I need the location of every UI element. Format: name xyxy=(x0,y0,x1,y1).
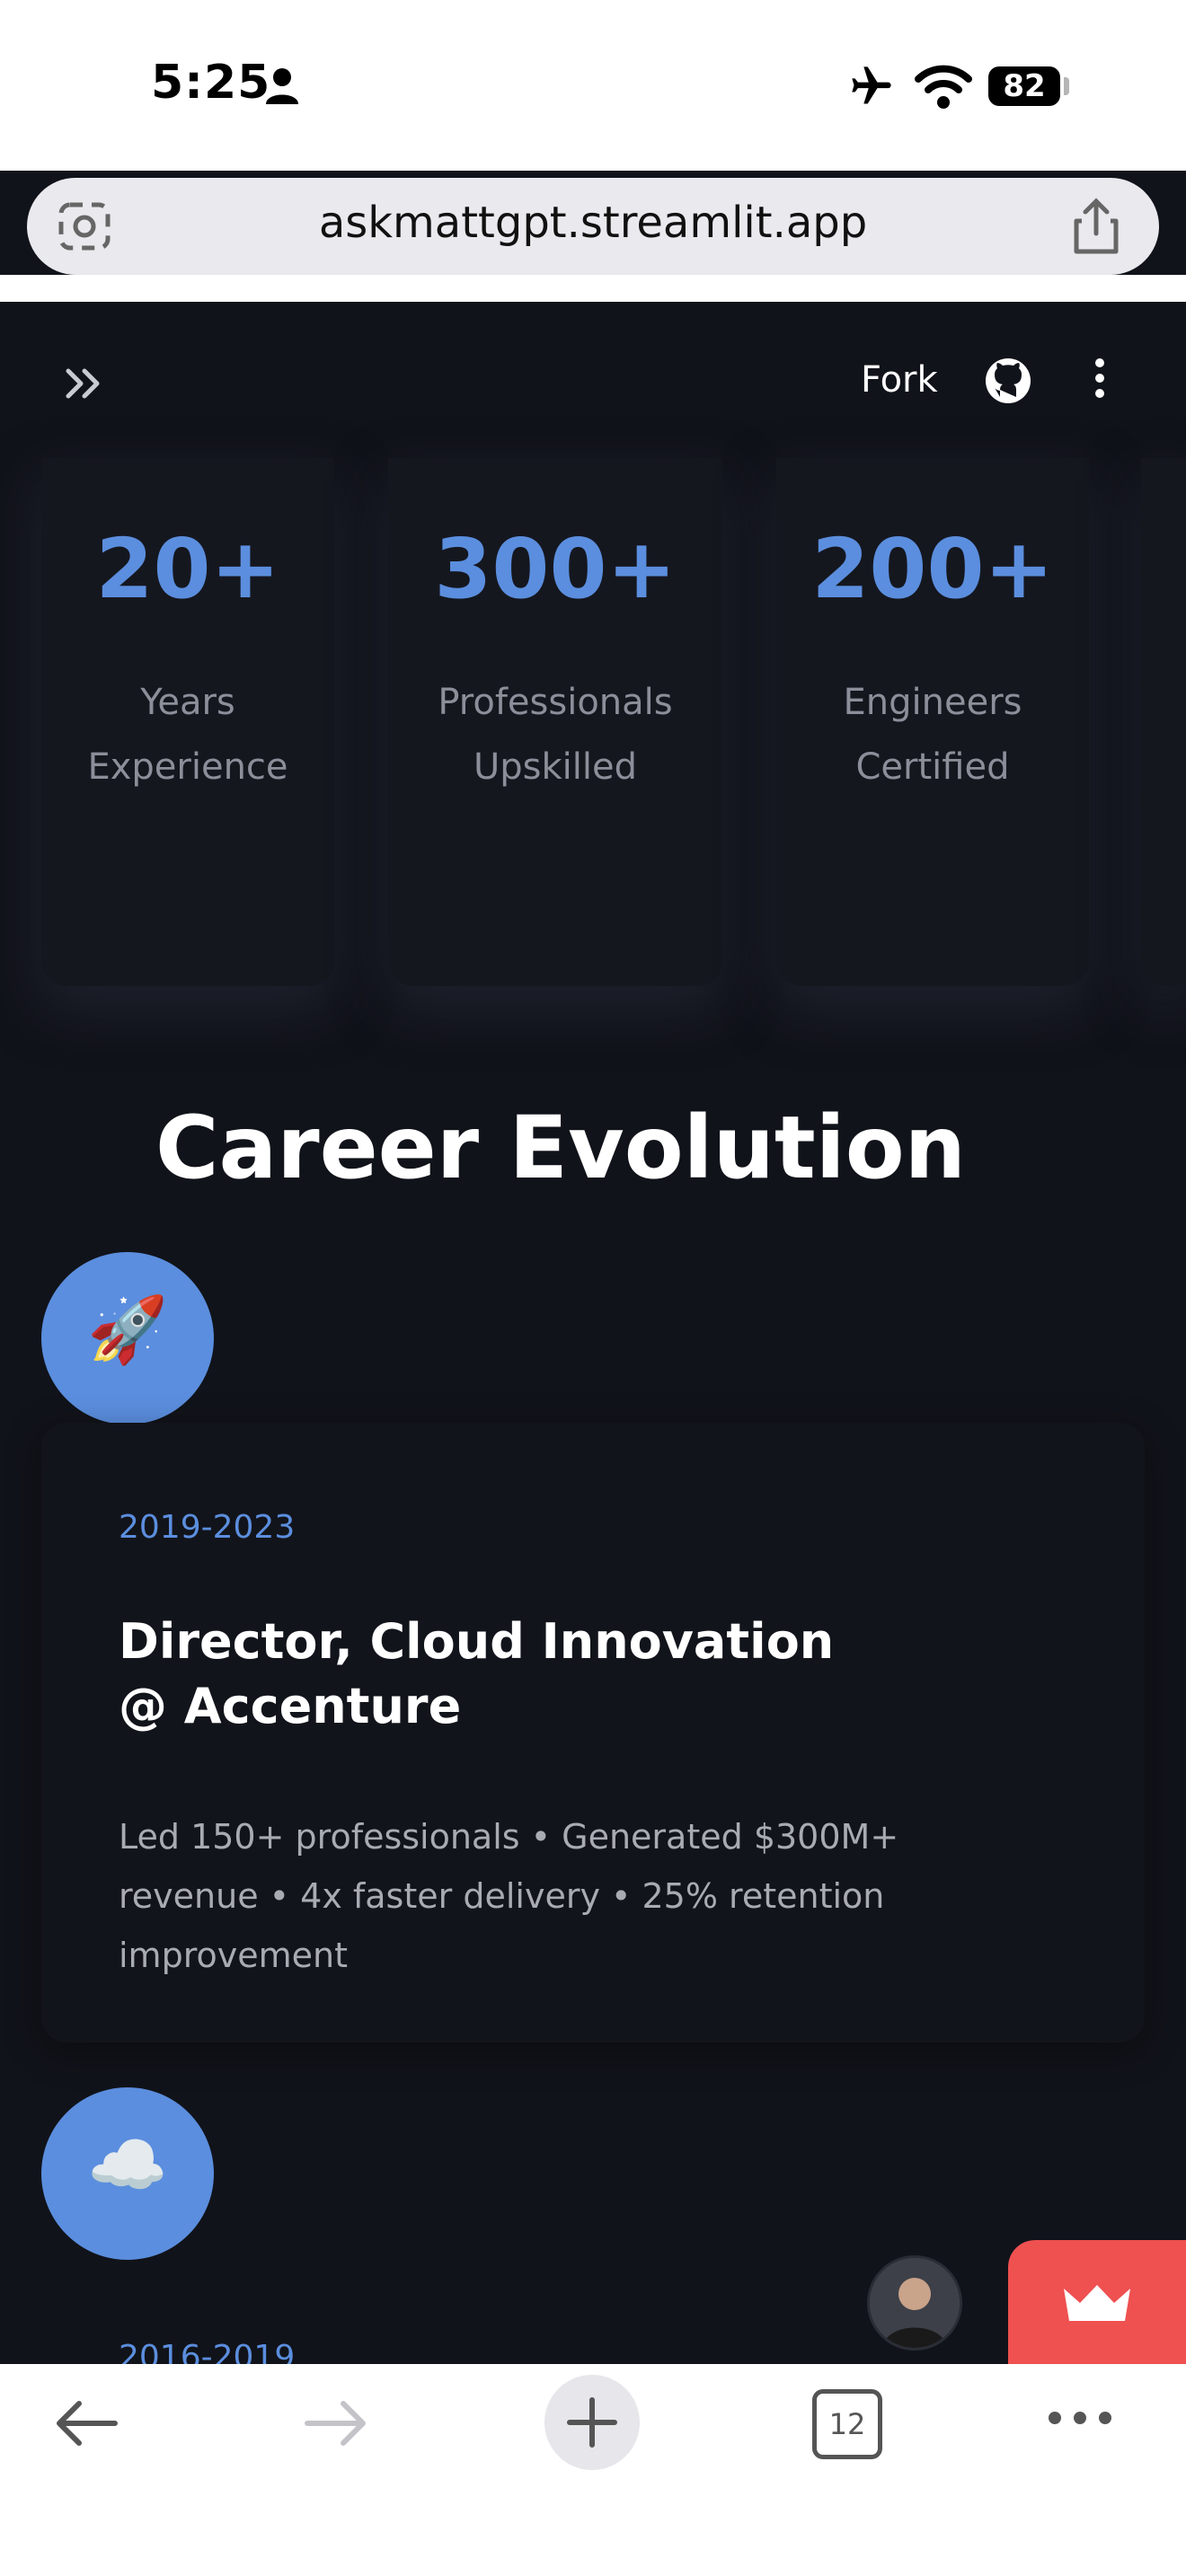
new-tab-button[interactable] xyxy=(544,2375,640,2470)
more-options-icon[interactable] xyxy=(1046,2409,1114,2430)
stat-card: 20+ Years Experience xyxy=(41,458,334,986)
stat-value: 300+ xyxy=(434,521,677,617)
status-time: 5:25 xyxy=(151,56,271,110)
expand-sidebar-icon[interactable] xyxy=(63,359,108,413)
stat-label: Years Experience xyxy=(87,682,288,788)
stat-card-partial xyxy=(1141,458,1186,986)
rocket-icon: 🚀 xyxy=(87,1292,168,1367)
streamlit-badge[interactable] xyxy=(1008,2240,1186,2368)
browser-chrome-bottom xyxy=(0,275,1186,302)
tab-switcher-button[interactable]: 12 xyxy=(812,2389,882,2459)
fork-button[interactable]: Fork xyxy=(861,359,938,401)
stat-card: 200+ Engineers Certified xyxy=(776,458,1089,986)
timeline-period: 2019-2023 xyxy=(119,1509,296,1546)
wifi-icon xyxy=(915,65,972,113)
url-text[interactable]: askmattgpt.streamlit.app xyxy=(0,198,1186,248)
cloud-icon: ☁️ xyxy=(87,2127,168,2202)
battery-cap xyxy=(1064,77,1069,95)
stat-value: 200+ xyxy=(811,521,1054,617)
stat-card: 300+ Professionals Upskilled xyxy=(388,458,722,986)
airplane-mode-icon xyxy=(846,63,897,113)
stat-label: Professionals Upskilled xyxy=(438,682,673,788)
stat-value: 20+ xyxy=(95,521,280,617)
stat-label: Engineers Certified xyxy=(843,682,1022,788)
back-arrow-icon[interactable] xyxy=(52,2398,119,2452)
plus-icon xyxy=(567,2397,617,2448)
timeline-marker: 🚀 xyxy=(41,1252,214,1425)
forward-arrow-icon[interactable] xyxy=(304,2398,370,2452)
section-title: Career Evolution xyxy=(155,1098,966,1198)
avatar[interactable] xyxy=(870,2258,960,2348)
crown-icon xyxy=(1064,2285,1130,2321)
timeline-role: Director, Cloud Innovation @ Accenture xyxy=(119,1613,835,1734)
main-menu-icon[interactable] xyxy=(1087,356,1112,404)
timeline-marker: ☁️ xyxy=(41,2087,214,2260)
github-icon[interactable] xyxy=(985,357,1031,408)
person-icon xyxy=(264,66,300,110)
timeline-description: Led 150+ professionals • Generated $300M… xyxy=(119,1817,899,1975)
battery-indicator: 82 xyxy=(988,66,1060,106)
share-icon[interactable] xyxy=(1071,198,1121,259)
